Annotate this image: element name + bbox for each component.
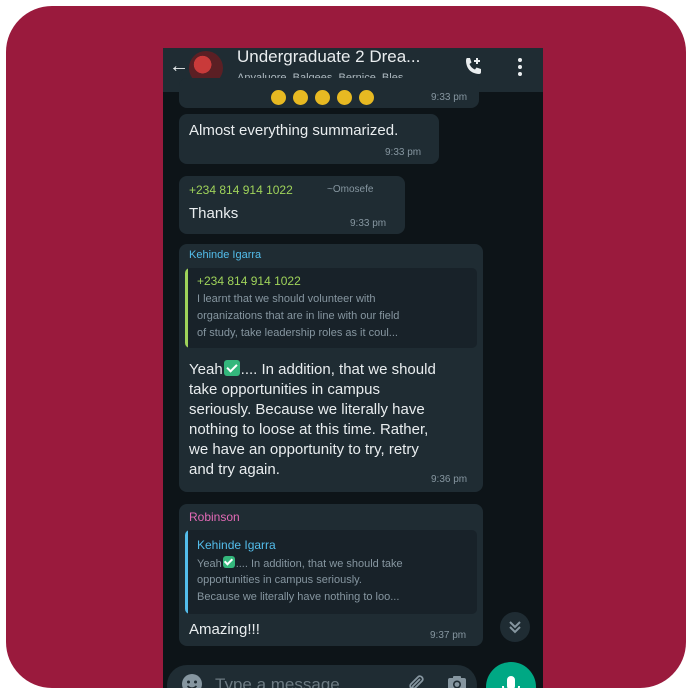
message-text: nothing to loose at this time. Rather, (189, 421, 429, 438)
quote-text: of study, take leadership roles as it co… (197, 327, 398, 339)
emoji-icon[interactable] (181, 673, 203, 688)
quote-text: organizations that are in line with our … (197, 310, 400, 322)
quote-text-start: Yeah (197, 558, 222, 570)
background-frame: ← Undergraduate 2 Drea... Anyaluore, Bal… (6, 6, 686, 688)
emoji-icon (337, 90, 352, 105)
message-text: we have an opportunity to try, retry (189, 441, 419, 458)
message-text: Thanks (189, 205, 239, 222)
double-chevron-down-icon (509, 621, 521, 634)
message-text: take opportunities in campus (189, 381, 380, 398)
sender-name[interactable]: Robinson (189, 510, 240, 524)
quote-text: Because we literally have nothing to loo… (197, 591, 400, 603)
more-options-icon[interactable] (508, 55, 532, 79)
message-text: Almost everything summarized. (189, 122, 399, 139)
sender-phone[interactable]: +234 814 914 1022 (189, 183, 293, 197)
sender-name[interactable]: Kehinde Igarra (189, 249, 261, 261)
quote-text: I learnt that we should volunteer with (197, 293, 376, 305)
sender-name: ~Omosefe (327, 184, 374, 195)
quote-text: Yeah .... In addition, that we should tak… (197, 555, 403, 573)
message-bubble: +234 814 914 1022 ~Omosefe Thanks 9:33 p… (179, 176, 405, 234)
emoji-icon (315, 90, 330, 105)
camera-icon[interactable] (446, 673, 468, 688)
emoji-icon (293, 90, 308, 105)
emoji-icon (359, 90, 374, 105)
message-bubble: Almost everything summarized. 9:33 pm (179, 114, 439, 164)
message-input[interactable]: Type a message (215, 675, 340, 688)
message-text: seriously. Because we literally have (189, 401, 425, 418)
message-text: Yeah .... In addition, that we should (189, 358, 436, 380)
message-text: Amazing!!! (189, 621, 260, 638)
group-title[interactable]: Undergraduate 2 Drea... (237, 48, 420, 67)
message-input-bar[interactable]: Type a message (167, 665, 477, 688)
microphone-icon (502, 676, 520, 688)
message-text-rest: .... In addition, that we should (240, 361, 436, 378)
quoted-message[interactable]: Kehinde Igarra Yeah .... In addition, tha… (185, 530, 477, 614)
emoji-row (271, 90, 381, 110)
message-bubble: Kehinde Igarra +234 814 914 1022 I learn… (179, 244, 483, 492)
add-call-icon[interactable] (461, 55, 485, 79)
quote-author: +234 814 914 1022 (197, 274, 301, 288)
message-time: 9:33 pm (350, 218, 387, 229)
voice-message-button[interactable] (486, 662, 536, 688)
message-list[interactable]: 9:33 pm Almost everything summarized. 9:… (163, 78, 543, 660)
message-time: 9:37 pm (430, 630, 467, 641)
quoted-message[interactable]: +234 814 914 1022 I learnt that we shoul… (185, 268, 477, 348)
message-time: 9:36 pm (431, 474, 468, 485)
message-text-start: Yeah (189, 361, 223, 378)
message-bubble: 9:33 pm (179, 78, 479, 108)
message-time: 9:33 pm (431, 92, 468, 103)
quote-bar (185, 530, 188, 614)
quote-bar (185, 268, 188, 348)
message-text: and try again. (189, 461, 280, 478)
chat-screen: ← Undergraduate 2 Drea... Anyaluore, Bal… (163, 48, 543, 688)
message-time: 9:33 pm (385, 147, 422, 158)
scroll-down-button[interactable] (500, 612, 530, 642)
quote-text: opportunities in campus seriously. (197, 574, 362, 586)
emoji-icon (271, 90, 286, 105)
quote-author: Kehinde Igarra (197, 538, 276, 552)
back-arrow-icon[interactable]: ← (169, 56, 191, 78)
check-mark-icon (223, 360, 240, 376)
quote-text-rest: .... In addition, that we should take (235, 558, 403, 570)
check-mark-icon (222, 556, 235, 568)
attach-icon[interactable] (405, 673, 427, 688)
message-bubble: Robinson Kehinde Igarra Yeah .... In addi… (179, 504, 483, 646)
